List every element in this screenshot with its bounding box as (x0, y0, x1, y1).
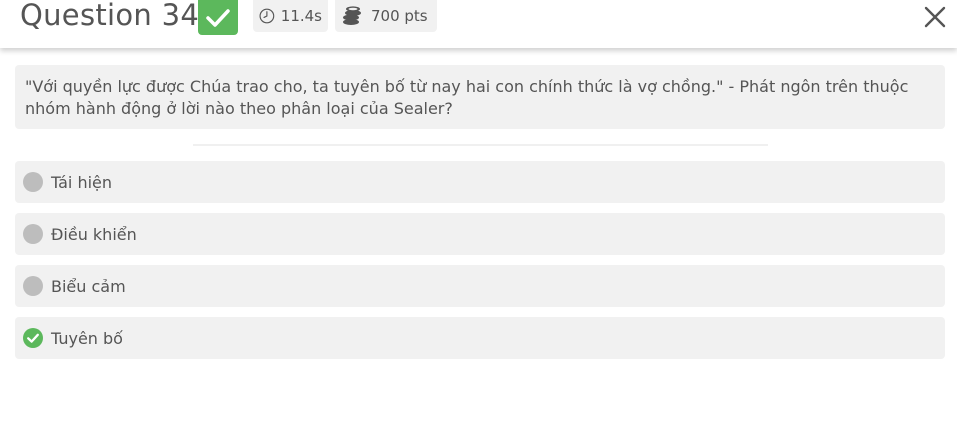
points-value: 700 pts (371, 7, 428, 25)
answer-option-label: Điều khiển (51, 224, 137, 244)
timer-chip: 11.4s (253, 0, 328, 32)
checkmark-icon (206, 8, 230, 27)
unselected-radio-icon (23, 276, 43, 296)
answer-option-1[interactable]: Tái hiện (15, 161, 945, 203)
clock-icon (259, 8, 275, 24)
question-text: "Với quyền lực được Chúa trao cho, ta tu… (25, 77, 909, 118)
time-value: 11.4s (280, 7, 322, 25)
divider (193, 144, 768, 146)
answer-option-label: Tuyên bố (51, 328, 123, 348)
coins-icon (343, 6, 361, 25)
points-chip: 700 pts (335, 0, 437, 32)
unselected-radio-icon (23, 224, 43, 244)
answer-option-2[interactable]: Điều khiển (15, 213, 945, 255)
unselected-radio-icon (23, 172, 43, 192)
answer-option-label: Tái hiện (51, 172, 113, 192)
close-icon (924, 6, 946, 28)
question-header: Question 34 11.4s 700 pts (0, 0, 957, 48)
correct-badge (198, 0, 238, 35)
question-title: Question 34 (20, 0, 200, 32)
close-button[interactable] (921, 3, 949, 31)
answer-option-4[interactable]: Tuyên bố (15, 317, 945, 359)
answer-option-3[interactable]: Biểu cảm (15, 265, 945, 307)
check-circle-icon (23, 328, 43, 348)
question-text-box: "Với quyền lực được Chúa trao cho, ta tu… (15, 65, 945, 129)
answer-option-label: Biểu cảm (51, 276, 126, 296)
